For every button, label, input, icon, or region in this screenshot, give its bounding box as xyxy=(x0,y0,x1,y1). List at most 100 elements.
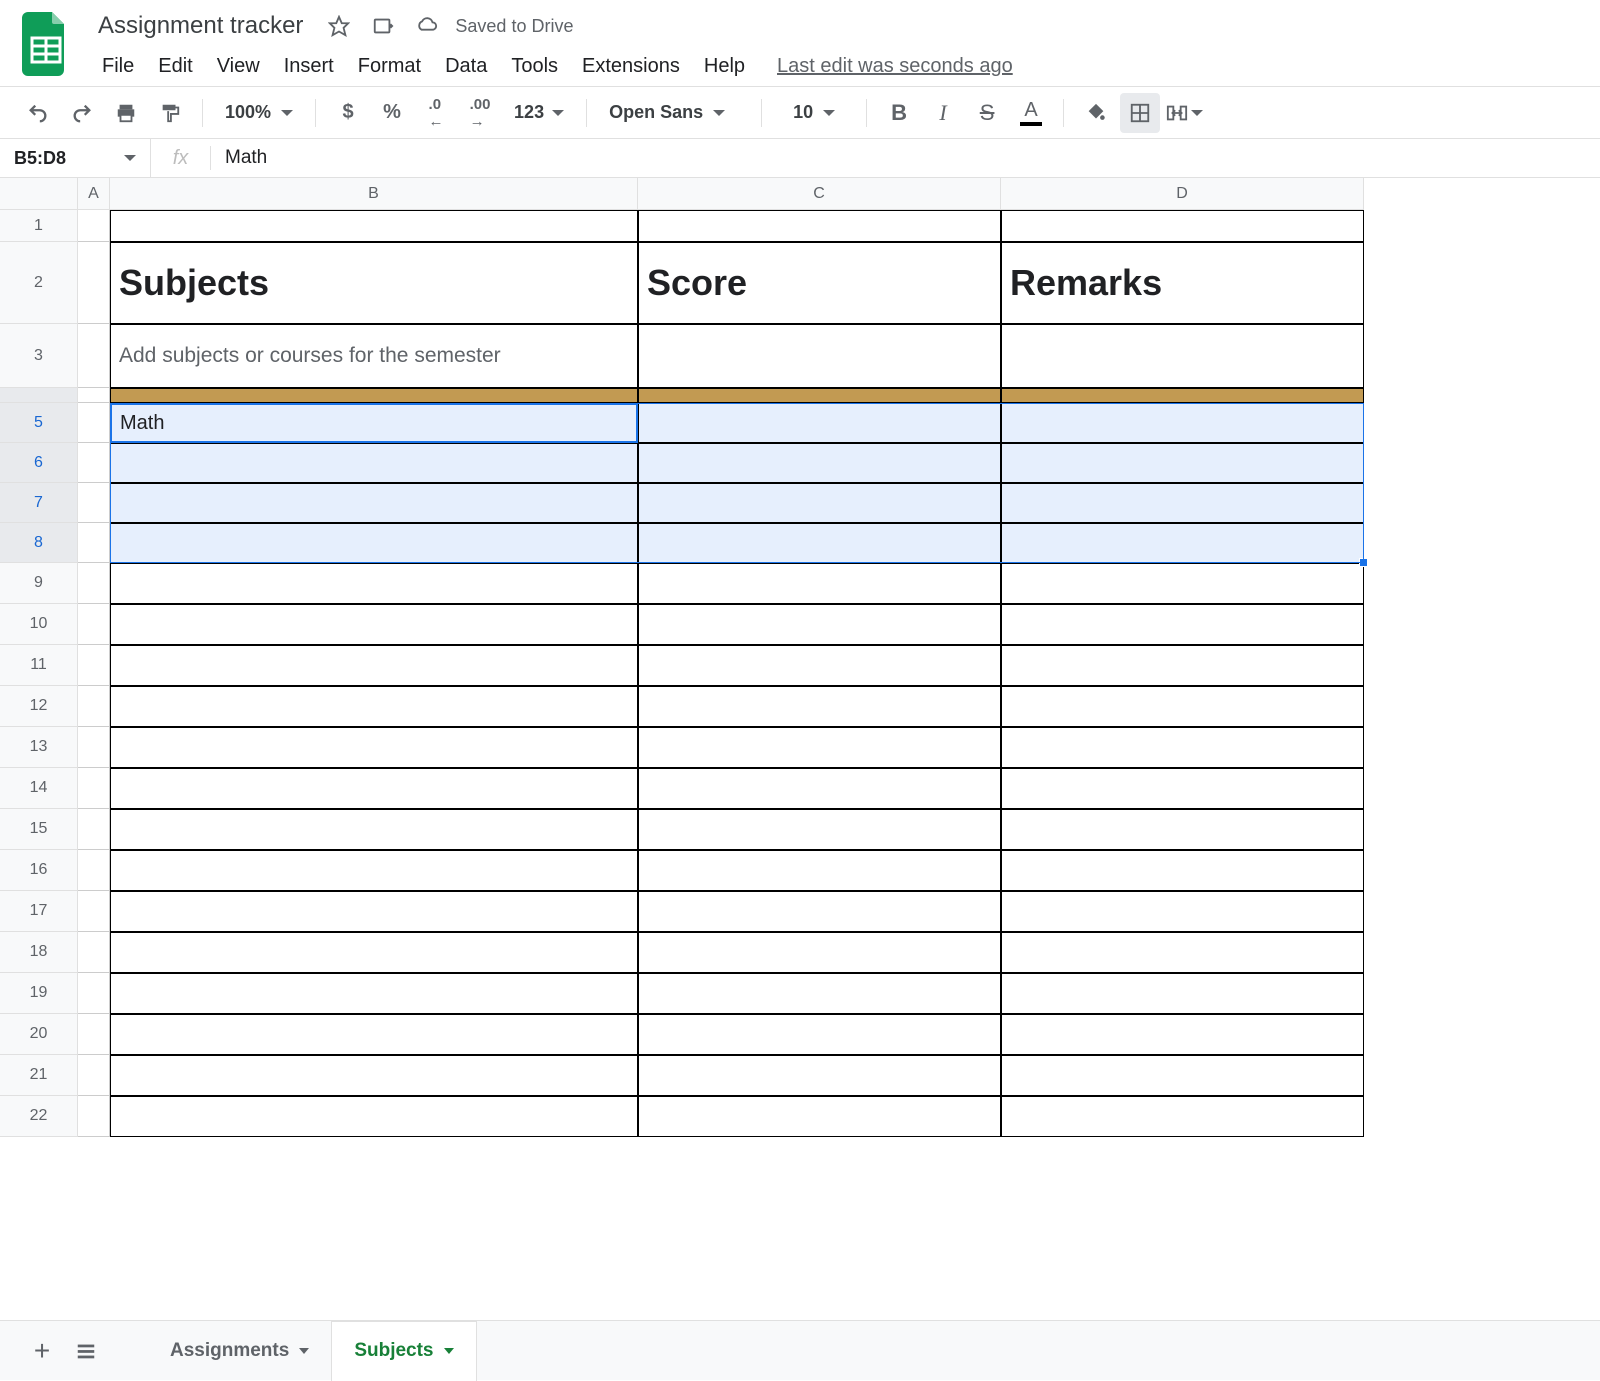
document-title[interactable]: Assignment tracker xyxy=(90,10,311,42)
cell-d6[interactable] xyxy=(1001,443,1364,483)
cell-b19[interactable] xyxy=(110,973,638,1014)
cell-c21[interactable] xyxy=(638,1055,1001,1096)
cell-c18[interactable] xyxy=(638,932,1001,973)
cell-d7[interactable] xyxy=(1001,483,1364,523)
cell-c7[interactable] xyxy=(638,483,1001,523)
menu-edit[interactable]: Edit xyxy=(146,49,204,84)
cell-b14[interactable] xyxy=(110,768,638,809)
cell-d3[interactable] xyxy=(1001,324,1364,388)
row-header-1[interactable]: 1 xyxy=(0,210,78,242)
cell-c8[interactable] xyxy=(638,523,1001,563)
cell-c12[interactable] xyxy=(638,686,1001,727)
row-header-4[interactable] xyxy=(0,388,78,403)
col-header-c[interactable]: C xyxy=(638,178,1001,210)
col-header-d[interactable]: D xyxy=(1001,178,1364,210)
select-all-corner[interactable] xyxy=(0,178,78,210)
cell-a19[interactable] xyxy=(78,973,110,1014)
cell-c11[interactable] xyxy=(638,645,1001,686)
menu-help[interactable]: Help xyxy=(692,49,757,84)
cell-a12[interactable] xyxy=(78,686,110,727)
cell-b10[interactable] xyxy=(110,604,638,645)
cell-d17[interactable] xyxy=(1001,891,1364,932)
currency-button[interactable]: $ xyxy=(328,93,368,133)
text-color-button[interactable]: A xyxy=(1011,93,1051,133)
menu-tools[interactable]: Tools xyxy=(499,49,570,84)
cell-d2[interactable]: Remarks xyxy=(1001,242,1364,324)
cell-b16[interactable] xyxy=(110,850,638,891)
name-box[interactable]: B5:D8 xyxy=(0,148,150,169)
menu-format[interactable]: Format xyxy=(346,49,433,84)
menu-view[interactable]: View xyxy=(205,49,272,84)
col-header-b[interactable]: B xyxy=(110,178,638,210)
menu-extensions[interactable]: Extensions xyxy=(570,49,692,84)
cell-d5[interactable] xyxy=(1001,403,1364,443)
cell-b7[interactable] xyxy=(110,483,638,523)
borders-button[interactable] xyxy=(1120,93,1160,133)
cell-a21[interactable] xyxy=(78,1055,110,1096)
row-header-13[interactable]: 13 xyxy=(0,727,78,768)
cell-c9[interactable] xyxy=(638,563,1001,604)
redo-button[interactable] xyxy=(62,93,102,133)
cell-b5-active[interactable]: Math xyxy=(110,403,638,443)
last-edit-link[interactable]: Last edit was seconds ago xyxy=(777,55,1013,78)
cell-a1[interactable] xyxy=(78,210,110,242)
cell-a2[interactable] xyxy=(78,242,110,324)
cell-b3[interactable]: Add subjects or courses for the semester xyxy=(110,324,638,388)
cell-b6[interactable] xyxy=(110,443,638,483)
cloud-icon[interactable] xyxy=(409,8,445,44)
cell-a4[interactable] xyxy=(78,388,110,403)
cell-d9[interactable] xyxy=(1001,563,1364,604)
cell-d12[interactable] xyxy=(1001,686,1364,727)
cell-a13[interactable] xyxy=(78,727,110,768)
cell-c20[interactable] xyxy=(638,1014,1001,1055)
increase-decimal-button[interactable]: .00→ xyxy=(460,93,500,133)
selection-handle[interactable] xyxy=(1359,558,1368,567)
cell-d8[interactable] xyxy=(1001,523,1364,563)
cell-d11[interactable] xyxy=(1001,645,1364,686)
font-family-dropdown[interactable]: Open Sans xyxy=(599,102,749,123)
percent-button[interactable]: % xyxy=(372,93,412,133)
cell-b21[interactable] xyxy=(110,1055,638,1096)
number-format-dropdown[interactable]: 123 xyxy=(504,102,574,123)
row-header-18[interactable]: 18 xyxy=(0,932,78,973)
cell-d4[interactable] xyxy=(1001,388,1364,403)
cell-a7[interactable] xyxy=(78,483,110,523)
cell-c22[interactable] xyxy=(638,1096,1001,1137)
spreadsheet-grid[interactable]: A B C D 1 2 Subjects Score Remarks 3 Add… xyxy=(0,178,1600,1238)
cell-c15[interactable] xyxy=(638,809,1001,850)
cell-d15[interactable] xyxy=(1001,809,1364,850)
menu-insert[interactable]: Insert xyxy=(272,49,346,84)
sheet-tab-assignments[interactable]: Assignments xyxy=(148,1321,331,1381)
cell-b12[interactable] xyxy=(110,686,638,727)
cell-b15[interactable] xyxy=(110,809,638,850)
cell-a17[interactable] xyxy=(78,891,110,932)
formula-input[interactable]: Math xyxy=(211,147,1600,169)
star-icon[interactable] xyxy=(321,8,357,44)
print-button[interactable] xyxy=(106,93,146,133)
row-header-3[interactable]: 3 xyxy=(0,324,78,388)
all-sheets-button[interactable] xyxy=(64,1329,108,1373)
row-header-17[interactable]: 17 xyxy=(0,891,78,932)
cell-c4[interactable] xyxy=(638,388,1001,403)
row-header-9[interactable]: 9 xyxy=(0,563,78,604)
cell-a8[interactable] xyxy=(78,523,110,563)
cell-b2[interactable]: Subjects xyxy=(110,242,638,324)
cell-d22[interactable] xyxy=(1001,1096,1364,1137)
cell-c14[interactable] xyxy=(638,768,1001,809)
fill-color-button[interactable] xyxy=(1076,93,1116,133)
row-header-2[interactable]: 2 xyxy=(0,242,78,324)
row-header-5[interactable]: 5 xyxy=(0,403,78,443)
cell-a22[interactable] xyxy=(78,1096,110,1137)
cell-b18[interactable] xyxy=(110,932,638,973)
cell-a6[interactable] xyxy=(78,443,110,483)
cell-d19[interactable] xyxy=(1001,973,1364,1014)
row-header-14[interactable]: 14 xyxy=(0,768,78,809)
cell-d13[interactable] xyxy=(1001,727,1364,768)
move-icon[interactable] xyxy=(365,8,401,44)
decrease-decimal-button[interactable]: .0← xyxy=(416,93,456,133)
cell-d10[interactable] xyxy=(1001,604,1364,645)
italic-button[interactable]: I xyxy=(923,93,963,133)
row-header-15[interactable]: 15 xyxy=(0,809,78,850)
font-size-dropdown[interactable]: 10 xyxy=(774,102,854,123)
cell-c10[interactable] xyxy=(638,604,1001,645)
